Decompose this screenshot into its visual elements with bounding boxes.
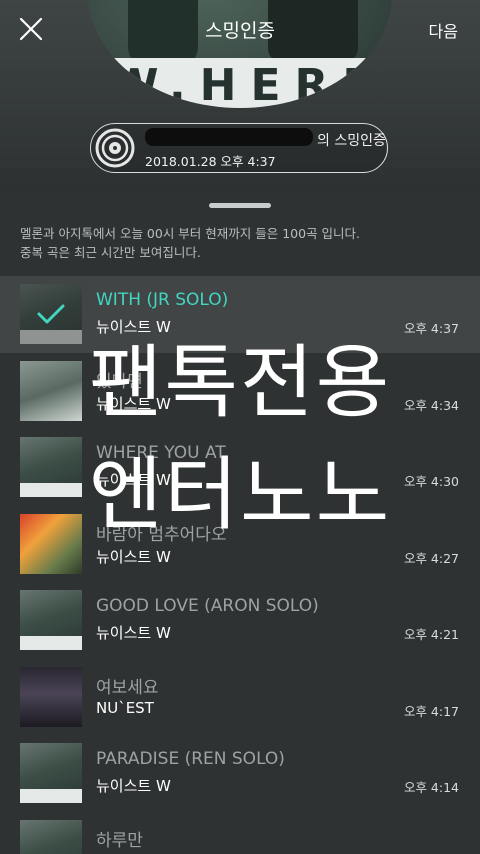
album-thumbnail <box>20 666 82 727</box>
album-thumbnail <box>20 590 82 650</box>
song-artist: 뉴이스트 W <box>96 777 171 795</box>
song-time: 오후 4:14 <box>403 780 459 795</box>
notice-line: 중복 곡은 최근 시간만 보여집니다. <box>20 245 201 260</box>
auth-date: 2018.01.28 오후 4:37 <box>145 154 276 169</box>
check-icon <box>37 304 65 324</box>
song-title: PARADISE (REN SOLO) <box>96 749 285 769</box>
song-time: 오후 4:27 <box>403 550 459 566</box>
album-thumbnail <box>20 743 82 803</box>
list-item[interactable]: GOOD LOVE (ARON SOLO) 뉴이스트 W 오후 4:21 <box>0 582 480 659</box>
list-item[interactable]: 있다면 뉴이스트 W 오후 4:34 <box>0 353 480 430</box>
list-item[interactable]: WITH (JR SOLO) 뉴이스트 W 오후 4:37 <box>0 276 480 353</box>
song-title: 있다면 <box>96 371 143 392</box>
next-button[interactable]: 다음 <box>429 18 458 42</box>
song-time: 오후 4:21 <box>403 627 459 642</box>
list-item[interactable]: 바람아 멈추어다오 뉴이스트 W 오후 4:27 <box>0 506 480 583</box>
history-sheet: 멜론과 아지톡에서 오늘 00시 부터 현재까지 들은 100곡 입니다. 중복… <box>0 190 480 854</box>
song-artist: 뉴이스트 W <box>96 318 171 336</box>
sheet-drag-handle[interactable] <box>209 203 271 208</box>
song-title: WITH (JR SOLO) <box>96 290 229 310</box>
song-artist: 뉴이스트 W <box>96 394 171 413</box>
list-item[interactable]: 하루만 <box>0 812 480 854</box>
song-title: 하루만 <box>96 830 143 851</box>
notice-text: 멜론과 아지톡에서 오늘 00시 부터 현재까지 들은 100곡 입니다. 중복… <box>20 224 460 262</box>
disc-icon <box>95 128 135 168</box>
song-time: 오후 4:37 <box>403 321 459 336</box>
list-item[interactable]: PARADISE (REN SOLO) 뉴이스트 W 오후 4:14 <box>0 735 480 812</box>
song-artist: 뉴이스트 W <box>96 471 171 489</box>
notice-line: 멜론과 아지톡에서 오늘 00시 부터 현재까지 들은 100곡 입니다. <box>20 226 361 241</box>
song-time: 오후 4:17 <box>403 703 459 719</box>
song-title: 바람아 멈추어다오 <box>96 524 227 545</box>
page-title: 스밍인증 <box>205 20 275 42</box>
song-time: 오후 4:30 <box>403 474 459 489</box>
album-thumbnail <box>20 437 82 497</box>
song-artist: 뉴이스트 W <box>96 624 171 642</box>
song-time: 오후 4:34 <box>403 397 459 413</box>
song-list: WITH (JR SOLO) 뉴이스트 W 오후 4:37 있다면 뉴이스트 W… <box>0 276 480 854</box>
header: W.HERE 스밍인증 다음 의 스밍인증 2018.01.28 오후 4:37 <box>0 0 480 190</box>
album-wordmark: W.HERE <box>110 60 387 108</box>
album-thumbnail <box>20 284 82 344</box>
list-item[interactable]: WHERE YOU AT 뉴이스트 W 오후 4:30 <box>0 429 480 506</box>
song-title: 여보세요 <box>96 677 159 698</box>
song-title: WHERE YOU AT <box>96 443 226 463</box>
album-thumbnail <box>20 360 82 421</box>
album-thumbnail <box>20 819 82 854</box>
song-title: GOOD LOVE (ARON SOLO) <box>96 596 319 616</box>
redacted-username <box>145 128 313 146</box>
song-artist: 뉴이스트 W <box>96 547 171 566</box>
song-artist: NU`EST <box>96 698 154 717</box>
streaming-auth-badge: 의 스밍인증 2018.01.28 오후 4:37 <box>90 123 388 173</box>
list-item[interactable]: 여보세요 NU`EST 오후 4:17 <box>0 659 480 736</box>
album-thumbnail <box>20 513 82 574</box>
